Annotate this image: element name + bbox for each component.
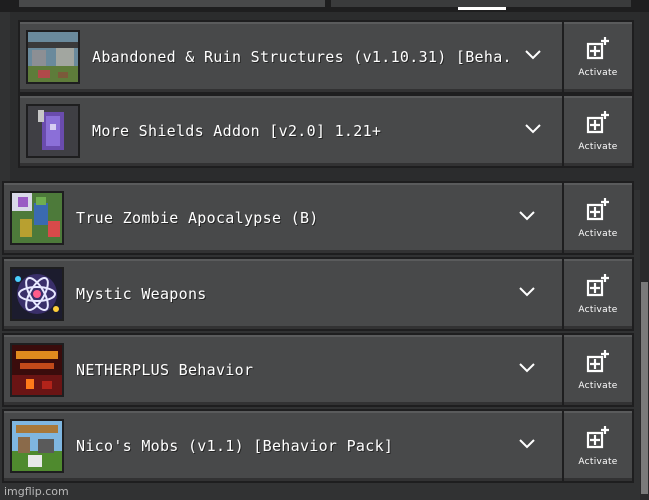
pack-card[interactable]: Mystic Weapons Activate	[2, 257, 634, 331]
scrollbar-thumb[interactable]	[641, 282, 648, 494]
activate-button[interactable]: Activate	[562, 181, 634, 255]
chevron-down-icon[interactable]	[525, 123, 541, 135]
chevron-down-icon[interactable]	[519, 210, 535, 222]
activate-button[interactable]: Activate	[562, 333, 634, 407]
pack-title: Abandoned & Ruin Structures (v1.10.31) […	[92, 48, 512, 66]
mystic-atom-thumbnail	[10, 267, 64, 321]
chevron-down-icon[interactable]	[519, 362, 535, 374]
activate-icon	[586, 198, 609, 221]
activate-label: Activate	[578, 381, 618, 391]
shield-thumbnail	[26, 104, 80, 158]
activate-icon	[586, 37, 609, 60]
activate-label: Activate	[578, 229, 618, 239]
pack-title: True Zombie Apocalypse (B)	[76, 209, 319, 227]
activate-button[interactable]: Activate	[562, 20, 634, 94]
zombie-thumbnail	[10, 191, 64, 245]
netherplus-thumbnail	[10, 343, 64, 397]
chevron-down-icon[interactable]	[525, 49, 541, 61]
activate-label: Activate	[578, 457, 618, 467]
top-tab-bar	[0, 0, 649, 12]
pack-title: More Shields Addon [v2.0] 1.21+	[92, 122, 382, 140]
abandoned-ruins-thumbnail	[26, 30, 80, 84]
activate-label: Activate	[578, 142, 618, 152]
activate-button[interactable]: Activate	[562, 409, 634, 483]
pack-card[interactable]: True Zombie Apocalypse (B) Activate	[2, 181, 634, 255]
pack-title: NETHERPLUS Behavior	[76, 361, 254, 379]
nicos-mobs-thumbnail	[10, 419, 64, 473]
pack-title: Mystic Weapons	[76, 285, 207, 303]
activate-icon	[586, 426, 609, 449]
chevron-down-icon[interactable]	[519, 286, 535, 298]
pack-card[interactable]: Abandoned & Ruin Structures (v1.10.31) […	[18, 20, 634, 94]
pack-card[interactable]: NETHERPLUS Behavior Activate	[2, 333, 634, 407]
tab-left[interactable]	[18, 0, 326, 8]
activate-button[interactable]: Activate	[562, 257, 634, 331]
pack-card[interactable]: More Shields Addon [v2.0] 1.21+ Activate	[18, 94, 634, 168]
watermark: imgflip.com	[4, 485, 69, 498]
activate-icon	[586, 350, 609, 373]
activate-button[interactable]: Activate	[562, 94, 634, 168]
pack-card[interactable]: Nico's Mobs (v1.1) [Behavior Pack] Activ…	[2, 409, 634, 483]
active-tab-indicator	[458, 7, 506, 10]
activate-label: Activate	[578, 305, 618, 315]
activate-label: Activate	[578, 68, 618, 78]
activate-icon	[586, 274, 609, 297]
chevron-down-icon[interactable]	[519, 438, 535, 450]
pack-title: Nico's Mobs (v1.1) [Behavior Pack]	[76, 437, 394, 455]
activate-icon	[586, 111, 609, 134]
